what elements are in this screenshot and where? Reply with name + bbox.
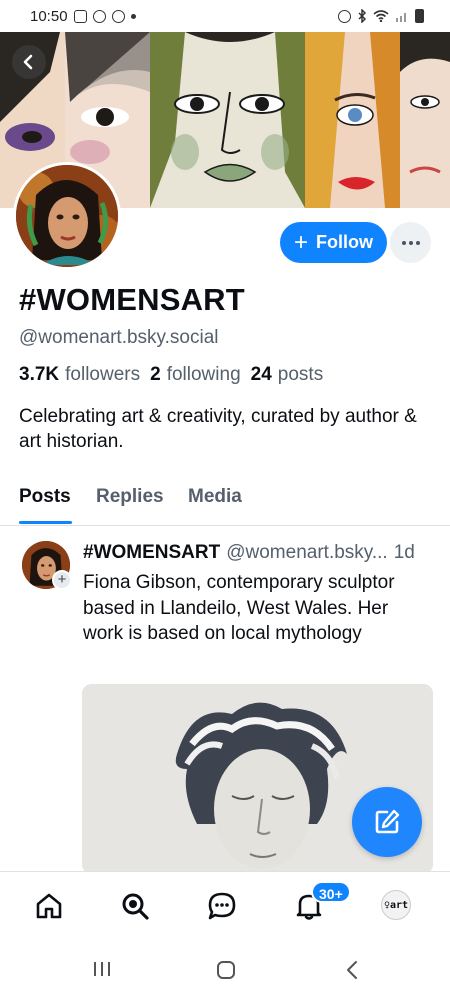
profile-avatar[interactable]: [13, 162, 121, 270]
following-stat[interactable]: 2 following: [150, 364, 241, 386]
post-text[interactable]: Fiona Gibson, contemporary sculptor base…: [83, 570, 423, 647]
post-header: #WOMENSART @womenart.bsky... 1d: [83, 542, 438, 564]
chat-icon: [208, 892, 236, 920]
bottom-navigation: 30+ ♀art: [0, 871, 450, 944]
following-label: following: [166, 364, 241, 385]
status-time: 10:50: [30, 7, 68, 25]
profile-stats: 3.7K followers 2 following 24 posts: [19, 364, 323, 386]
recent-apps-icon[interactable]: [92, 960, 112, 978]
alarm-icon: [338, 9, 351, 23]
notifications-badge: 30+: [311, 881, 351, 903]
follow-author-plus-icon[interactable]: +: [52, 570, 72, 590]
posts-stat: 24 posts: [251, 364, 324, 386]
nav-home[interactable]: [29, 886, 69, 926]
posts-count: 24: [250, 364, 272, 385]
followers-stat[interactable]: 3.7K followers: [19, 364, 140, 386]
post-author-name[interactable]: #WOMENSART: [83, 542, 220, 564]
dot-icon: [401, 240, 406, 245]
chevron-left-icon: [23, 54, 33, 70]
home-icon: [36, 893, 62, 919]
more-options-button[interactable]: [390, 222, 431, 263]
back-button[interactable]: [12, 45, 46, 79]
dot-icon: [415, 240, 420, 245]
search-icon: [122, 893, 149, 920]
status-right: [338, 9, 424, 23]
nav-chat[interactable]: [202, 886, 242, 926]
following-count: 2: [150, 364, 161, 385]
nav-profile-avatar[interactable]: ♀art: [381, 890, 411, 920]
post-timestamp: 1d: [393, 542, 415, 563]
more-notifications-dot: [130, 13, 136, 19]
profile-handle: @womenart.bsky.social: [19, 327, 219, 348]
profile-tabs: Posts Replies Media: [0, 474, 450, 526]
notification-app-icon: [92, 9, 106, 23]
nav-search[interactable]: [115, 886, 155, 926]
tab-replies[interactable]: Replies: [96, 486, 164, 508]
follow-label: Follow: [316, 232, 373, 252]
back-nav-icon[interactable]: [344, 960, 360, 980]
bluetooth-icon: [358, 9, 367, 23]
home-button-icon[interactable]: [216, 960, 236, 980]
avatar-portrait: [16, 165, 118, 267]
wifi-icon: [373, 10, 389, 22]
system-navigation: [0, 944, 450, 1000]
status-bar: 10:50: [0, 0, 450, 32]
display-name: #WOMENSART: [19, 282, 245, 317]
signal-icon: [396, 13, 406, 22]
compose-icon: [375, 809, 400, 834]
instagram-icon: [73, 9, 87, 23]
tab-posts[interactable]: Posts: [19, 486, 71, 508]
profile-bio: Celebrating art & creativity, curated by…: [19, 406, 417, 452]
status-left: 10:50: [30, 8, 136, 25]
post-author-handle[interactable]: @womenart.bsky...: [226, 542, 387, 564]
app-notification-icon: [111, 9, 125, 23]
battery-icon: [415, 9, 424, 23]
followers-label: followers: [65, 364, 141, 385]
followers-count: 3.7K: [19, 364, 60, 385]
plus-icon: +: [293, 228, 308, 256]
tab-media[interactable]: Media: [188, 486, 242, 508]
compose-post-button[interactable]: [352, 787, 422, 857]
follow-button[interactable]: + Follow: [280, 222, 387, 263]
posts-label: posts: [277, 364, 324, 385]
active-tab-indicator: [19, 521, 72, 524]
dot-icon: [408, 240, 413, 245]
